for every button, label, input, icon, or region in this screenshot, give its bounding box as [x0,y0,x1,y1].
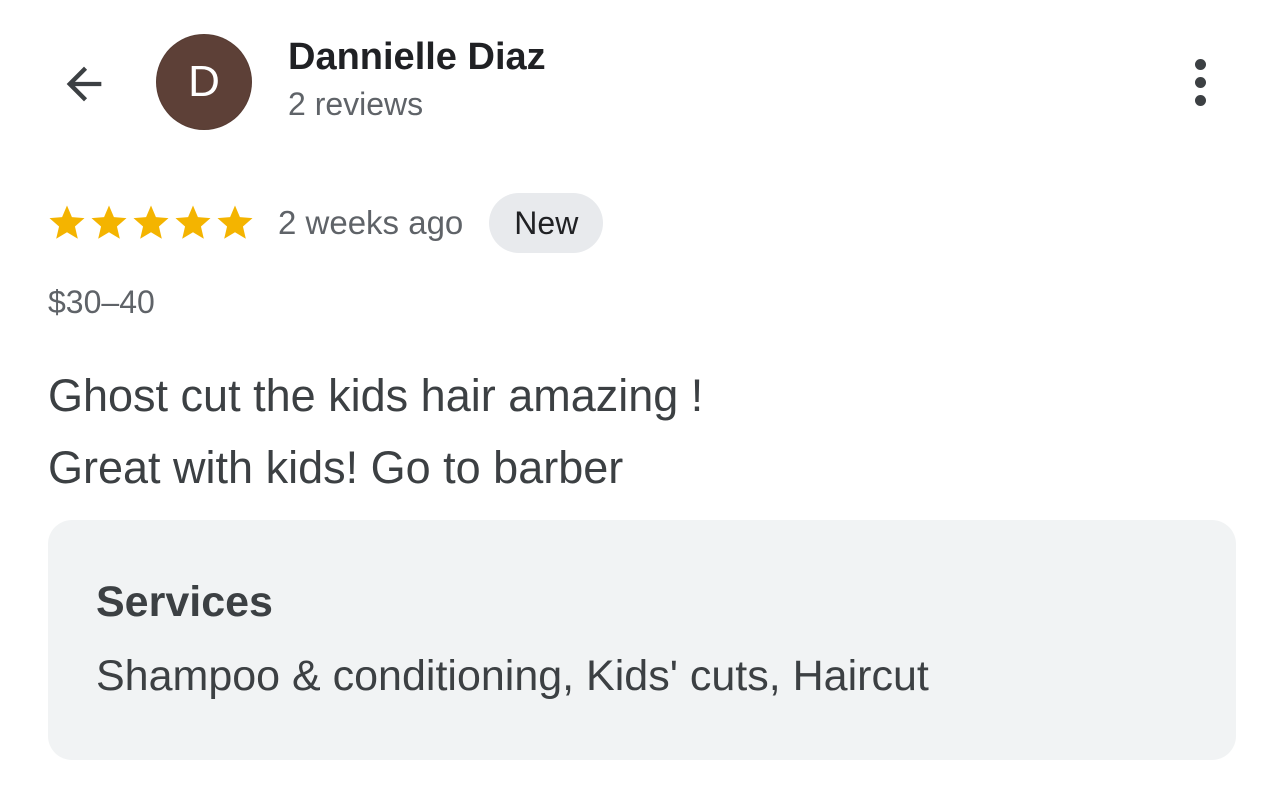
new-badge: New [489,193,604,253]
reviewer-name[interactable]: Dannielle Diaz [288,36,546,79]
services-card: Services Shampoo & conditioning, Kids' c… [48,520,1236,760]
star-icon [175,205,211,239]
star-icon [49,205,85,239]
more-vert-icon-dot [1194,94,1206,106]
services-list: Shampoo & conditioning, Kids' cuts, Hair… [96,652,929,700]
more-vert-icon [1194,58,1206,70]
review-text-line: Great with kids! Go to barber [48,442,624,493]
review-text: Ghost cut the kids hair amazing ! Great … [48,360,703,504]
review-text-line: Ghost cut the kids hair amazing ! [48,370,704,421]
reviewer-review-count: 2 reviews [288,86,424,122]
review-time: 2 weeks ago [278,204,464,241]
more-vert-icon-dot [1194,76,1206,88]
rating-row: 2 weeks ago New [46,192,604,254]
star-rating [46,202,256,244]
more-options-button[interactable] [1170,50,1230,114]
avatar-initial: D [188,57,220,106]
star-icon [133,205,169,239]
back-button[interactable] [52,52,116,116]
arrow-back-icon [66,66,102,102]
star-icon [217,205,253,239]
services-title: Services [96,578,273,626]
avatar[interactable]: D [156,34,252,130]
price-range: $30–40 [48,284,155,320]
star-icon [91,205,127,239]
